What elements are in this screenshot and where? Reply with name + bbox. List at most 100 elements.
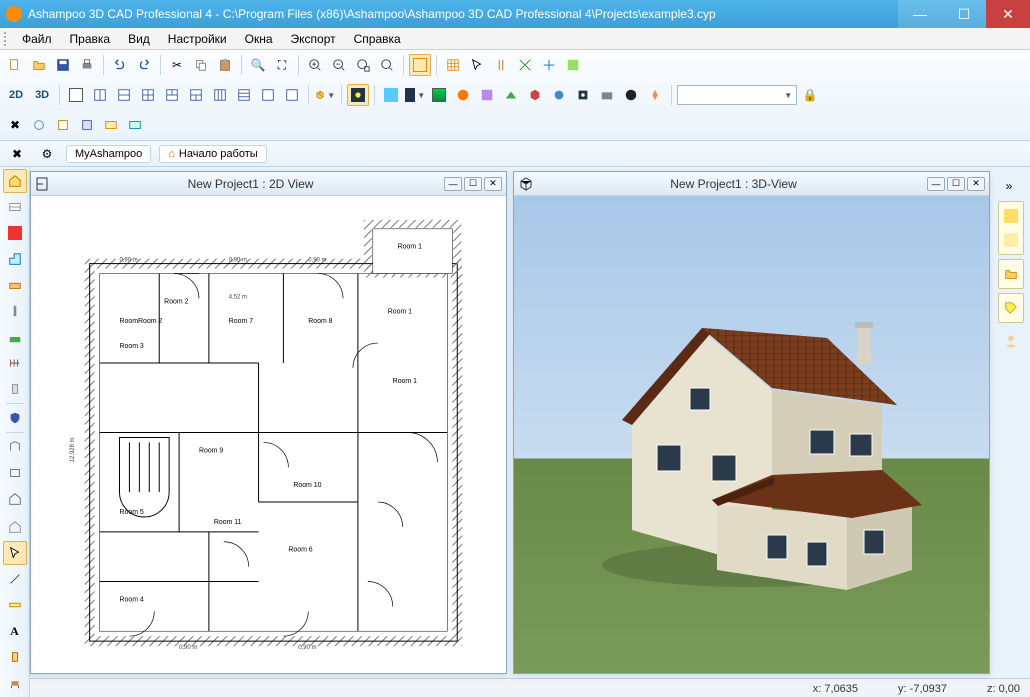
zoom-in-icon[interactable]: [304, 54, 326, 76]
tool-set-1-icon[interactable]: ✖: [4, 114, 26, 136]
layout-2-icon[interactable]: [89, 84, 111, 106]
zoom-out-icon[interactable]: [328, 54, 350, 76]
line-tool-icon[interactable]: [3, 567, 27, 591]
layout-9-icon[interactable]: [257, 84, 279, 106]
2d-mode-button[interactable]: 2D: [4, 84, 28, 106]
copy-icon[interactable]: [190, 54, 212, 76]
render-8-icon[interactable]: [596, 84, 618, 106]
cursor-icon[interactable]: [466, 54, 488, 76]
tool-room-icon[interactable]: [3, 247, 27, 271]
zoom-page-icon[interactable]: [376, 54, 398, 76]
layout-5-icon[interactable]: [161, 84, 183, 106]
layout-3-icon[interactable]: [113, 84, 135, 106]
print-icon[interactable]: [76, 54, 98, 76]
axis-icon[interactable]: [514, 54, 536, 76]
ruler-icon[interactable]: [3, 593, 27, 617]
tool-set-2-icon[interactable]: [28, 114, 50, 136]
tool-fence-icon[interactable]: [3, 351, 27, 375]
panel-person-icon[interactable]: [1001, 331, 1021, 351]
layout-10-icon[interactable]: [281, 84, 303, 106]
tool-set-5-icon[interactable]: [100, 114, 122, 136]
render-10-icon[interactable]: [644, 84, 666, 106]
tool-wall-icon[interactable]: [3, 195, 27, 219]
layout-1-icon[interactable]: [65, 84, 87, 106]
layout-7-icon[interactable]: [209, 84, 231, 106]
chair-tool-icon[interactable]: [3, 671, 27, 695]
pane-3d-body[interactable]: [514, 196, 989, 673]
zoom-icon[interactable]: 🔍: [247, 54, 269, 76]
cube-icon[interactable]: ▼: [314, 84, 336, 106]
pane-2d-body[interactable]: RoomRoom 2 Room 3 Room 7 Room 8 Room 1 R…: [31, 196, 506, 673]
paste-icon[interactable]: [214, 54, 236, 76]
tool-set-3-icon[interactable]: [52, 114, 74, 136]
render-6-icon[interactable]: [548, 84, 570, 106]
menu-windows[interactable]: Окна: [237, 30, 281, 48]
panel-item-1-icon[interactable]: [1001, 206, 1021, 226]
layer-combo[interactable]: ▼: [677, 85, 797, 105]
select-cursor-icon[interactable]: [3, 541, 27, 565]
sun-icon[interactable]: [347, 84, 369, 106]
tool-section-icon[interactable]: [3, 435, 27, 459]
tool-terrain-icon[interactable]: [3, 325, 27, 349]
pane3d-maximize-button[interactable]: ☐: [947, 177, 965, 191]
panel-folder-icon[interactable]: [1001, 264, 1021, 284]
render-2-icon[interactable]: [452, 84, 474, 106]
panel-tag-icon[interactable]: [1001, 298, 1021, 318]
3d-mode-button[interactable]: 3D: [30, 84, 54, 106]
swatch-dark-icon[interactable]: ▼: [404, 84, 426, 106]
render-4-icon[interactable]: [500, 84, 522, 106]
layout-4-icon[interactable]: [137, 84, 159, 106]
layout-6-icon[interactable]: [185, 84, 207, 106]
close-button[interactable]: ✕: [986, 0, 1030, 28]
render-5-icon[interactable]: [524, 84, 546, 106]
undo-icon[interactable]: [109, 54, 131, 76]
maximize-button[interactable]: ☐: [942, 0, 986, 28]
pane3d-minimize-button[interactable]: —: [927, 177, 945, 191]
pane-close-button[interactable]: ✕: [484, 177, 502, 191]
menu-export[interactable]: Экспорт: [283, 30, 344, 48]
tool-pipe-icon[interactable]: [3, 299, 27, 323]
menu-help[interactable]: Справка: [346, 30, 409, 48]
expand-panel-icon[interactable]: »: [998, 175, 1020, 197]
zoom-full-icon[interactable]: ⛶: [271, 54, 293, 76]
building-tool-icon[interactable]: [3, 169, 27, 193]
tool-elevation-icon[interactable]: [3, 461, 27, 485]
render-3-icon[interactable]: [476, 84, 498, 106]
minimize-button[interactable]: —: [898, 0, 942, 28]
layout-8-icon[interactable]: [233, 84, 255, 106]
redo-icon[interactable]: [133, 54, 155, 76]
tool-column-icon[interactable]: [3, 377, 27, 401]
swatch-blue-icon[interactable]: [380, 84, 402, 106]
link-set-1-icon[interactable]: ✖: [6, 143, 28, 165]
zoom-region-icon[interactable]: [352, 54, 374, 76]
menu-view[interactable]: Вид: [120, 30, 158, 48]
guide-lines-icon[interactable]: [490, 54, 512, 76]
tool-shield-icon[interactable]: [3, 406, 27, 430]
tool-floor-icon[interactable]: [3, 273, 27, 297]
open-file-icon[interactable]: [28, 54, 50, 76]
getting-started-link[interactable]: ⌂Начало работы: [159, 145, 266, 163]
new-file-icon[interactable]: [4, 54, 26, 76]
grid-toggle-icon[interactable]: [442, 54, 464, 76]
myashampoo-link[interactable]: MyAshampoo: [66, 145, 151, 163]
menu-edit[interactable]: Правка: [62, 30, 119, 48]
palette-icon[interactable]: [562, 54, 584, 76]
unknown-tool-icon[interactable]: [538, 54, 560, 76]
text-tool-icon[interactable]: A: [3, 619, 27, 643]
render-1-icon[interactable]: [428, 84, 450, 106]
menu-settings[interactable]: Настройки: [160, 30, 235, 48]
cut-icon[interactable]: ✂: [166, 54, 188, 76]
tool-building2-icon[interactable]: [3, 487, 27, 511]
door-tool-icon[interactable]: [3, 645, 27, 669]
pane3d-close-button[interactable]: ✕: [967, 177, 985, 191]
select-frame-icon[interactable]: [409, 54, 431, 76]
tool-set-4-icon[interactable]: [76, 114, 98, 136]
tool-red-icon[interactable]: [3, 221, 27, 245]
pane-maximize-button[interactable]: ☐: [464, 177, 482, 191]
pane-minimize-button[interactable]: —: [444, 177, 462, 191]
menu-file[interactable]: Файл: [14, 30, 60, 48]
panel-item-2-icon[interactable]: [1001, 230, 1021, 250]
render-7-icon[interactable]: [572, 84, 594, 106]
render-9-icon[interactable]: [620, 84, 642, 106]
lock-icon[interactable]: 🔒: [799, 84, 821, 106]
